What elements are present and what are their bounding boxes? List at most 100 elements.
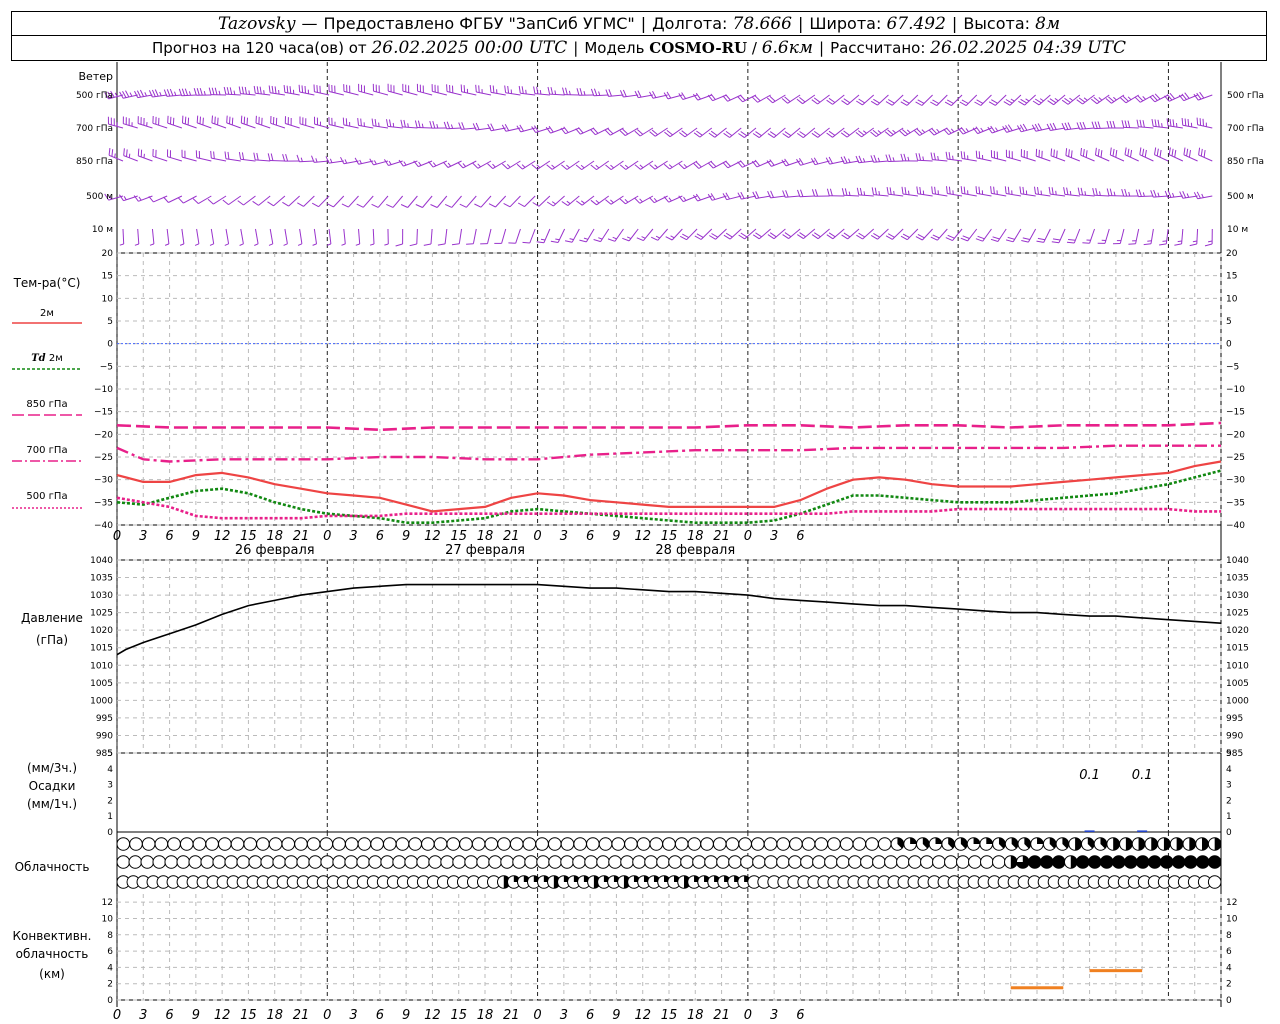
wind-barb — [474, 195, 492, 208]
y-tick-label: −20 — [94, 430, 113, 440]
wind-barb — [915, 228, 933, 241]
wind-barb — [270, 115, 286, 129]
y-tick-label: 1035 — [1226, 574, 1249, 584]
cloud-cover-circle — [680, 855, 694, 869]
wind-barb — [267, 195, 286, 207]
x-tick-label: 3 — [560, 1008, 568, 1023]
wind-barb — [369, 158, 389, 166]
cloud-cover-circle — [416, 855, 430, 869]
cloud-cover-circle — [1093, 837, 1108, 851]
wind-barb — [752, 228, 772, 240]
wind-barb — [137, 116, 153, 129]
wind-barb — [489, 85, 506, 96]
wind-barb — [914, 127, 933, 136]
wind-barb — [619, 195, 639, 205]
wind-barb — [123, 148, 138, 162]
wind-barb — [619, 89, 639, 98]
wind-barb — [1092, 187, 1110, 197]
wind-barb — [371, 118, 389, 129]
legend-t500: 500 гПа — [26, 491, 67, 502]
wind-barb — [1193, 191, 1213, 200]
wind-barb — [975, 228, 992, 242]
y-tick-label: 10 — [1226, 294, 1238, 304]
cloud-cover-circle — [968, 855, 982, 869]
x-tick-label: 0 — [323, 1008, 331, 1023]
wind-barb — [508, 228, 521, 244]
cloud-cover-circle — [725, 837, 740, 851]
y-tick-label: 5 — [107, 317, 113, 327]
wind-barb — [707, 160, 727, 169]
x-tick-label: 9 — [612, 529, 620, 544]
cloud-cover-circle — [357, 837, 372, 851]
wind-barb — [841, 94, 860, 106]
wind-barb — [1204, 228, 1213, 247]
x-tick-label: 6 — [376, 529, 384, 544]
cloud-cover-circle — [596, 855, 610, 869]
wind-barb — [767, 228, 786, 240]
cloud-cover-circle — [1171, 855, 1186, 869]
y-tick-label: 5 — [107, 749, 113, 759]
x-tick-label: 21 — [293, 529, 310, 544]
cloud-cover-circle — [1063, 855, 1078, 869]
wind-barb — [738, 228, 757, 240]
wind-barb — [811, 94, 830, 105]
cloud-cover-circle — [319, 837, 334, 851]
x-tick-label: 21 — [713, 529, 730, 544]
wind-barb — [475, 84, 492, 96]
y-tick-label: 1015 — [1226, 644, 1249, 654]
cloud-cover-circle — [243, 837, 258, 851]
wind-barb — [328, 117, 344, 129]
cloud-cover-circle — [1195, 855, 1210, 869]
cloud-cover-circle — [205, 837, 219, 851]
wind-barb — [518, 85, 536, 96]
cloud-cover-circle — [408, 837, 422, 851]
cloud-cover-circle — [776, 855, 790, 869]
cloud-cover-circle — [890, 837, 905, 851]
wind-barb — [224, 228, 230, 246]
wind-barb — [1082, 228, 1095, 244]
wind-barb — [709, 228, 727, 240]
y-tick-label: 0 — [1226, 340, 1232, 350]
convective-bars — [1010, 969, 1143, 990]
wind-barb — [899, 127, 919, 137]
wind-barb — [358, 83, 374, 96]
wind-barb — [268, 85, 285, 96]
cloud-cover-circle — [248, 855, 263, 869]
y-tick-label: −25 — [94, 453, 113, 463]
wind-barb — [1065, 148, 1080, 162]
y-tick-label: 1020 — [90, 626, 113, 636]
x-tick-label: 18 — [687, 529, 704, 544]
conv-title1: Конвективн. — [13, 929, 92, 943]
cloud-cover-circle — [428, 855, 442, 869]
cloud-cover-circle — [966, 837, 981, 851]
cloud-cover-circle — [636, 837, 651, 851]
wind-barb — [1020, 149, 1036, 162]
wind-barb — [1077, 187, 1095, 197]
wind-barb — [930, 152, 948, 162]
wind-barb — [466, 228, 477, 245]
cloud-cover-circle — [296, 855, 311, 869]
x-tick-label: 3 — [560, 529, 568, 544]
y-tick-label: 1030 — [90, 591, 113, 601]
wind-barb — [238, 152, 256, 162]
wind-barb — [517, 195, 536, 208]
cloud-cover-circle — [800, 855, 814, 869]
wind-barb — [841, 188, 860, 197]
cloud-cover-circle — [306, 837, 321, 851]
cloud-cover-circle — [308, 855, 322, 869]
y-tick-label: 1010 — [1226, 661, 1249, 671]
wind-barb — [355, 228, 361, 246]
cloud-title: Облачность — [15, 860, 90, 874]
wind-barb — [536, 228, 551, 244]
wind-barb — [1183, 147, 1198, 162]
y-tick-label: 0 — [107, 340, 113, 350]
wind-barb — [1032, 94, 1051, 106]
wind-barb — [579, 228, 595, 243]
wind-barb — [1095, 147, 1110, 162]
cloud-cover-circle — [1135, 855, 1150, 869]
x-tick-label: 9 — [192, 529, 200, 544]
cloud-cover-circle — [928, 837, 943, 851]
y-tick-label: 20 — [1226, 249, 1238, 259]
wind-barb — [915, 94, 933, 106]
precip-title: Осадки — [29, 779, 76, 793]
